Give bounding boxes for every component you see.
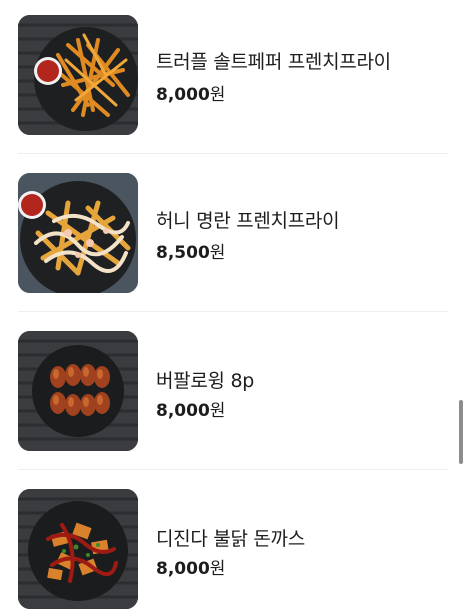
price-currency: 원	[209, 85, 226, 105]
menu-item-name: 허니 명란 프렌치프라이	[156, 210, 340, 232]
menu-item-buffalo-wings[interactable]: 버팔로윙 8p 8,000원	[0, 316, 466, 474]
menu-item-name: 트러플 솔트페퍼 프렌치프라이	[156, 51, 391, 73]
menu-item-honey-mentaiko-fries[interactable]: 허니 명란 프렌치프라이 8,500원	[0, 158, 466, 316]
menu-item-price: 8,000원	[156, 554, 225, 579]
menu-item-spicy-buldak-donkatsu[interactable]: 디진다 불닭 돈까스 8,000원	[0, 474, 466, 613]
menu-item-truffle-fries[interactable]: 트러플 솔트페퍼 프렌치프라이 8,000원	[0, 0, 466, 158]
price-currency: 원	[209, 559, 226, 579]
menu-list: 트러플 솔트페퍼 프렌치프라이 8,000원 허니 명란 프렌치프라이 8,50…	[0, 0, 466, 613]
divider	[18, 153, 448, 154]
price-amount: 8,500	[156, 243, 210, 263]
menu-item-price: 8,000원	[156, 80, 225, 105]
menu-item-name: 디진다 불닭 돈까스	[156, 528, 305, 550]
spicy-buldak-donkatsu-photo	[18, 489, 138, 609]
scrollbar[interactable]	[459, 400, 463, 464]
price-amount: 8,000	[156, 559, 210, 579]
price-amount: 8,000	[156, 401, 210, 421]
price-currency: 원	[209, 401, 226, 421]
honey-mentaiko-fries-photo	[18, 173, 138, 293]
menu-item-price: 8,500원	[156, 238, 225, 263]
price-currency: 원	[209, 243, 226, 263]
divider	[18, 311, 448, 312]
menu-item-name: 버팔로윙 8p	[156, 370, 255, 392]
menu-item-price: 8,000원	[156, 396, 225, 421]
buffalo-wings-photo	[18, 331, 138, 451]
divider	[18, 469, 448, 470]
truffle-fries-photo	[18, 15, 138, 135]
price-amount: 8,000	[156, 85, 210, 105]
